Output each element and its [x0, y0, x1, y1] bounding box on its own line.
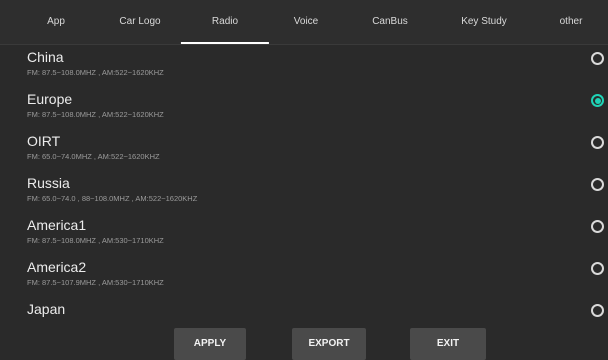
region-frequency: FM: 87.5~107.9MHZ , AM:530~1710KHZ [27, 278, 164, 287]
region-frequency: FM: 65.0~74.0MHZ , AM:522~1620KHZ [27, 152, 160, 161]
region-row-america1[interactable]: America1 FM: 87.5~108.0MHZ , AM:530~1710… [0, 214, 608, 256]
region-frequency: FM: 65.0~74.0 , 88~108.0MHZ , AM:522~162… [27, 194, 198, 203]
region-row-oirt[interactable]: OIRT FM: 65.0~74.0MHZ , AM:522~1620KHZ [0, 130, 608, 172]
tab-voice[interactable]: Voice [294, 0, 318, 44]
region-row-america2[interactable]: America2 FM: 87.5~107.9MHZ , AM:530~1710… [0, 256, 608, 298]
tab-car-logo[interactable]: Car Logo [119, 0, 160, 44]
radio-region-list[interactable]: China FM: 87.5~108.0MHZ , AM:522~1620KHZ… [0, 46, 608, 320]
tab-label: Key Study [461, 16, 507, 27]
region-name: Japan [27, 301, 66, 317]
tab-key-study[interactable]: Key Study [461, 0, 507, 44]
radio-button[interactable] [591, 136, 604, 149]
region-name: America1 [27, 217, 87, 233]
apply-button[interactable]: APPLY [174, 328, 246, 360]
tab-bar: App Car Logo Radio Voice CanBus Key Stud… [0, 0, 608, 45]
tab-label: CanBus [372, 16, 408, 27]
region-row-russia[interactable]: Russia FM: 65.0~74.0 , 88~108.0MHZ , AM:… [0, 172, 608, 214]
export-button[interactable]: EXPORT [292, 328, 366, 360]
region-name: America2 [27, 259, 87, 275]
exit-button[interactable]: EXIT [410, 328, 486, 360]
tab-label: Radio [211, 16, 239, 27]
region-row-china[interactable]: China FM: 87.5~108.0MHZ , AM:522~1620KHZ [0, 46, 608, 88]
region-name: OIRT [27, 133, 61, 149]
radio-button-selected[interactable] [591, 94, 604, 107]
radio-button[interactable] [591, 304, 604, 317]
tab-canbus[interactable]: CanBus [372, 0, 408, 44]
region-row-europe[interactable]: Europe FM: 87.5~108.0MHZ , AM:522~1620KH… [0, 88, 608, 130]
radio-button[interactable] [591, 52, 604, 65]
tab-label: Voice [293, 16, 319, 27]
tab-app[interactable]: App [47, 0, 65, 44]
tab-label: other [559, 16, 583, 27]
tab-other[interactable]: other [560, 0, 583, 44]
tab-radio[interactable]: Radio [180, 0, 269, 44]
region-frequency: FM: 87.5~108.0MHZ , AM:522~1620KHZ [27, 110, 164, 119]
radio-button[interactable] [591, 220, 604, 233]
radio-button[interactable] [591, 262, 604, 275]
tab-label: App [47, 16, 65, 27]
radio-dot [594, 97, 601, 104]
region-name: Europe [27, 91, 73, 107]
active-tab-indicator [180, 42, 269, 44]
region-name: Russia [27, 175, 70, 191]
region-frequency: FM: 87.5~108.0MHZ , AM:522~1620KHZ [27, 68, 164, 77]
radio-button[interactable] [591, 178, 604, 191]
region-name: China [27, 49, 64, 65]
region-row-japan[interactable]: Japan [0, 298, 608, 320]
region-frequency: FM: 87.5~108.0MHZ , AM:530~1710KHZ [27, 236, 164, 245]
tab-label: Car Logo [119, 16, 161, 27]
